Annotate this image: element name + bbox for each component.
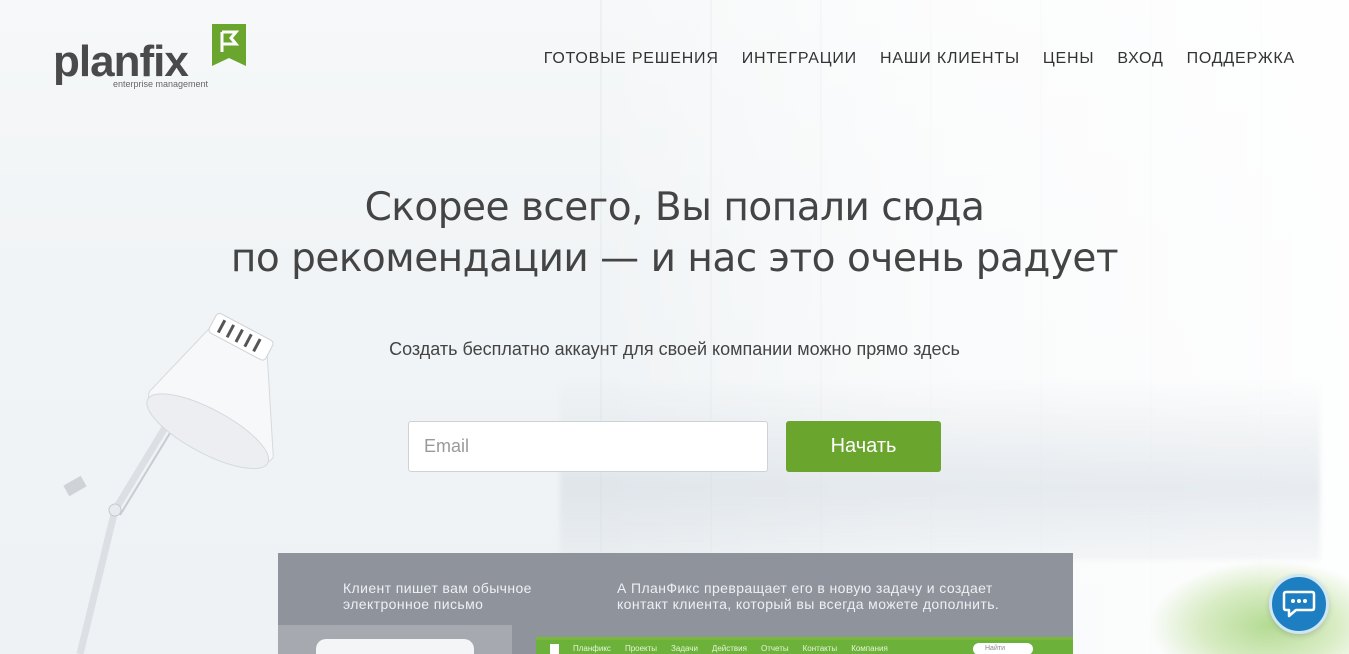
nav-item-solutions[interactable]: ГОТОВЫЕ РЕШЕНИЯ xyxy=(544,50,719,68)
app-flag-icon xyxy=(550,643,559,654)
app-search-field: Найти xyxy=(973,643,1033,654)
email-message-card xyxy=(316,639,474,654)
nav-item-prices[interactable]: ЦЕНЫ xyxy=(1043,50,1094,68)
app-menu-item: Отчеты xyxy=(760,644,789,653)
planfix-app-preview: Планфикс Проекты Задачи Действия Отчеты … xyxy=(536,637,1073,654)
demo-caption-task: А ПланФикс превращает его в новую задачу… xyxy=(617,580,1000,612)
app-menu-item: Компания xyxy=(851,644,888,653)
flag-icon xyxy=(212,24,246,66)
hero-title-line-2: по рекомендации — и нас это очень радует xyxy=(230,236,1119,281)
app-menu-item: Проекты xyxy=(624,644,658,653)
chat-button[interactable] xyxy=(1269,574,1329,634)
nav-item-support[interactable]: ПОДДЕРЖКА xyxy=(1187,50,1295,68)
app-menu-bar: Планфикс Проекты Задачи Действия Отчеты … xyxy=(536,640,1073,654)
planfix-logo[interactable]: planfix enterprise management xyxy=(53,24,253,94)
start-button[interactable]: Начать xyxy=(786,421,941,472)
hero-title-line-1: Скорее всего, Вы попали сюда xyxy=(364,185,985,230)
nav-item-clients[interactable]: НАШИ КЛИЕНТЫ xyxy=(880,50,1020,68)
app-menu-item: Действия xyxy=(711,644,747,653)
logo-tagline: enterprise management xyxy=(113,79,209,89)
nav-item-login[interactable]: ВХОД xyxy=(1117,50,1163,68)
nav-item-integrations[interactable]: ИНТЕГРАЦИИ xyxy=(742,50,857,68)
demo-panel: Клиент пишет вам обычное электронное пис… xyxy=(278,553,1073,654)
app-menu-item: Планфикс xyxy=(573,644,611,653)
hero-subtitle: Создать бесплатно аккаунт для своей комп… xyxy=(389,339,960,359)
logo-wordmark: planfix xyxy=(53,37,189,86)
main-nav: ГОТОВЫЕ РЕШЕНИЯ ИНТЕГРАЦИИ НАШИ КЛИЕНТЫ … xyxy=(544,50,1295,68)
email-input[interactable] xyxy=(408,421,768,472)
hero-title: Скорее всего, Вы попали сюда по рекоменд… xyxy=(0,182,1349,284)
app-menu-item: Контакты xyxy=(802,644,838,653)
demo-caption-email: Клиент пишет вам обычное электронное пис… xyxy=(343,580,532,612)
app-menu-item: Задачи xyxy=(671,644,698,653)
chat-bubble-icon xyxy=(1282,590,1316,618)
